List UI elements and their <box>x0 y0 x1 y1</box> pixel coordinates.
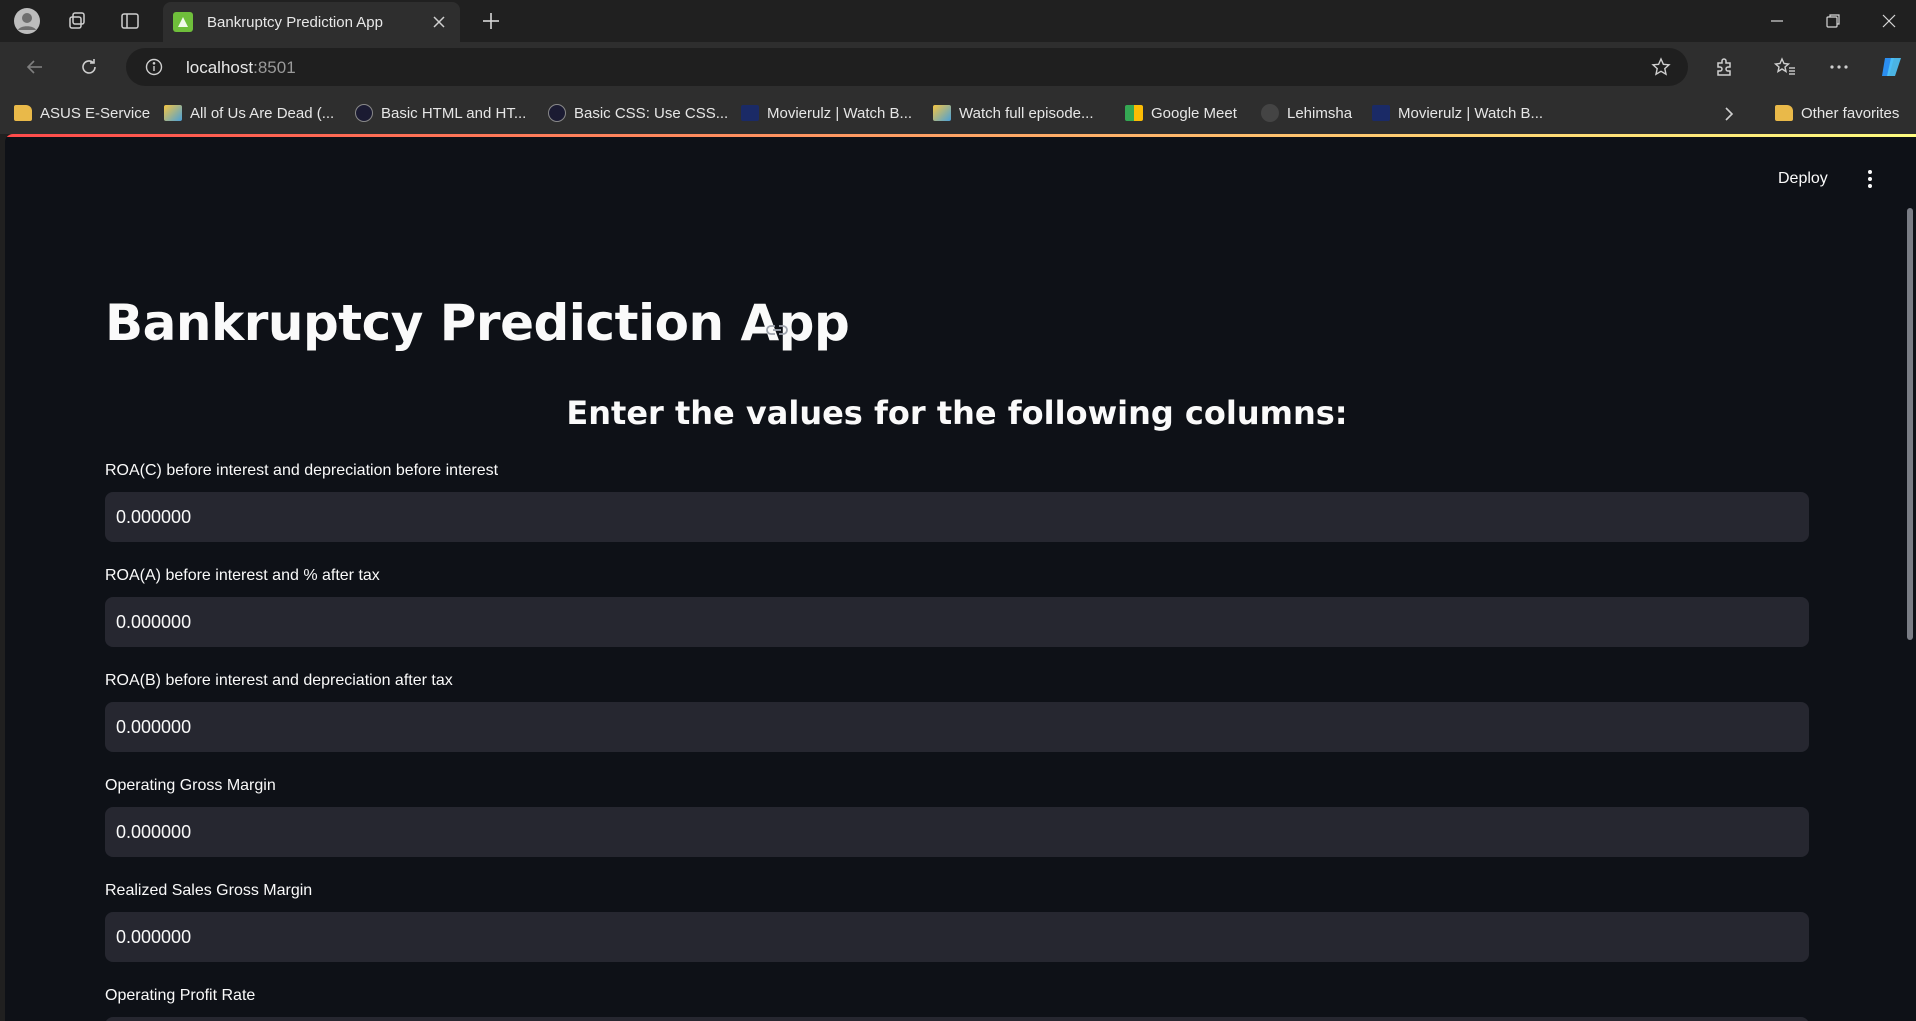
folder-icon <box>14 105 32 121</box>
url-host: localhost <box>186 58 254 77</box>
bookmark-item[interactable]: Movierulz | Watch B... <box>1372 103 1543 123</box>
streamlit-favicon-icon <box>173 12 193 32</box>
field-label: Realized Sales Gross Margin <box>105 882 313 899</box>
movierulz-icon <box>1372 105 1390 121</box>
bookmark-item[interactable]: All of Us Are Dead (... <box>164 103 334 123</box>
url-text[interactable]: localhost:8501 <box>186 58 296 78</box>
bookmark-item[interactable]: Watch full episode... <box>933 103 1094 123</box>
bookmark-label: All of Us Are Dead (... <box>190 104 335 122</box>
bookmark-item[interactable]: Movierulz | Watch B... <box>741 103 912 123</box>
app-viewport: Deploy Bankruptcy Prediction App Enter t… <box>5 134 1916 1021</box>
page-title: Bankruptcy Prediction App <box>105 294 850 352</box>
site-icon <box>933 105 951 121</box>
bookmark-label: Basic HTML and HT... <box>381 104 527 122</box>
tab-bankruptcy-app[interactable]: Bankruptcy Prediction App <box>163 2 460 42</box>
browser-titlebar: Bankruptcy Prediction App <box>0 0 1916 42</box>
browser-toolbar: localhost:8501 <box>0 42 1916 92</box>
vertical-tabs-icon[interactable] <box>116 7 144 35</box>
site-icon <box>164 105 182 121</box>
movierulz-icon <box>741 105 759 121</box>
field-label: Operating Gross Margin <box>105 777 276 794</box>
chevron-right-icon[interactable] <box>1718 103 1740 125</box>
close-tab-icon[interactable] <box>424 7 454 37</box>
folder-icon <box>1775 105 1793 121</box>
site-info-icon[interactable] <box>144 57 164 77</box>
field-label: ROA(A) before interest and % after tax <box>105 567 380 584</box>
tab-title: Bankruptcy Prediction App <box>207 13 383 31</box>
google-meet-icon <box>1125 105 1143 121</box>
bookmark-item[interactable]: Basic HTML and HT... <box>355 103 526 123</box>
profile-avatar-icon[interactable] <box>13 7 41 35</box>
link-icon[interactable] <box>765 323 791 341</box>
bookmark-label: Watch full episode... <box>959 104 1094 122</box>
favorites-bar: ASUS E-Service All of Us Are Dead (... B… <box>0 92 1916 134</box>
bookmark-item[interactable]: Basic CSS: Use CSS... <box>548 103 728 123</box>
number-input[interactable] <box>105 702 1809 752</box>
bookmark-item[interactable]: ASUS E-Service <box>14 103 150 123</box>
header-decoration <box>5 134 1916 137</box>
url-port: :8501 <box>253 58 296 77</box>
other-favorites[interactable]: Other favorites <box>1775 103 1899 123</box>
bookmark-label: Basic CSS: Use CSS... <box>574 104 729 122</box>
number-input[interactable] <box>105 807 1809 857</box>
number-input[interactable] <box>105 912 1809 962</box>
field-label: Operating Profit Rate <box>105 987 256 1004</box>
number-input[interactable] <box>105 597 1809 647</box>
copilot-icon[interactable] <box>1876 51 1908 83</box>
back-arrow-icon[interactable] <box>19 51 51 83</box>
bookmark-label: Movierulz | Watch B... <box>1398 104 1544 122</box>
deploy-button[interactable]: Deploy <box>1772 166 1834 192</box>
favorite-star-icon[interactable] <box>1650 56 1672 78</box>
bookmark-item[interactable]: Google Meet <box>1125 103 1237 123</box>
freecodecamp-icon <box>355 104 373 122</box>
new-tab-icon[interactable] <box>477 7 505 35</box>
field-label: ROA(C) before interest and depreciation … <box>105 462 499 479</box>
field-label: ROA(B) before interest and depreciation … <box>105 672 453 689</box>
freecodecamp-icon <box>548 104 566 122</box>
bookmark-item[interactable]: Lehimsha <box>1261 103 1352 123</box>
section-subheader: Enter the values for the following colum… <box>566 394 1348 432</box>
address-bar[interactable]: localhost:8501 <box>126 48 1688 86</box>
bookmark-label: Lehimsha <box>1287 104 1353 122</box>
close-window-icon[interactable] <box>1866 4 1912 38</box>
favorites-icon[interactable] <box>1769 51 1801 83</box>
restore-icon[interactable] <box>1810 4 1856 38</box>
extensions-icon[interactable] <box>1708 51 1740 83</box>
page-scrollbar[interactable] <box>1907 208 1913 640</box>
bookmark-label: Google Meet <box>1151 104 1237 122</box>
minimize-icon[interactable] <box>1754 4 1800 38</box>
workspaces-icon[interactable] <box>63 7 91 35</box>
refresh-icon[interactable] <box>73 51 105 83</box>
main-menu-icon[interactable] <box>1859 166 1881 192</box>
github-icon <box>1261 104 1279 122</box>
more-options-icon[interactable] <box>1823 51 1855 83</box>
bookmark-label: ASUS E-Service <box>40 104 151 122</box>
number-input[interactable] <box>105 492 1809 542</box>
bookmark-label: Movierulz | Watch B... <box>767 104 913 122</box>
other-favorites-label: Other favorites <box>1801 104 1900 122</box>
number-input[interactable] <box>105 1017 1809 1021</box>
